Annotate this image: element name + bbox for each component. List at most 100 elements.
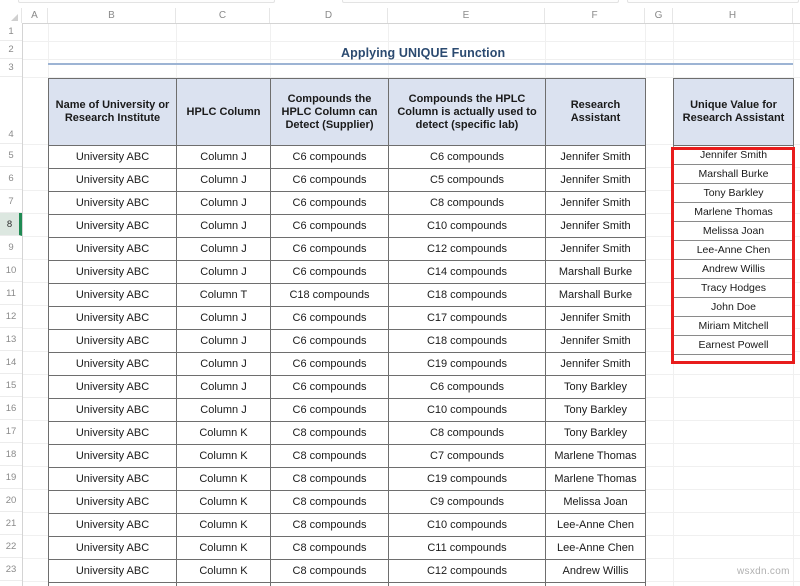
table-cell[interactable]: Column T (177, 284, 271, 307)
unique-value-cell[interactable]: Jennifer Smith (674, 146, 794, 165)
row-header-22[interactable]: 22 (0, 535, 22, 558)
table-cell[interactable]: C6 compounds (271, 146, 389, 169)
row-header-9[interactable]: 9 (0, 236, 22, 259)
row-header-13[interactable]: 13 (0, 328, 22, 351)
table-cell[interactable]: Marlene Thomas (546, 468, 646, 491)
table-cell[interactable]: Jennifer Smith (546, 146, 646, 169)
table-cell[interactable]: Melissa Joan (546, 491, 646, 514)
row-header-10[interactable]: 10 (0, 259, 22, 282)
unique-value-cell[interactable]: Andrew Willis (674, 260, 794, 279)
table-cell[interactable]: C6 compounds (271, 376, 389, 399)
unique-value-cell[interactable]: Marshall Burke (674, 165, 794, 184)
table-cell[interactable]: C8 compounds (271, 445, 389, 468)
table-cell[interactable]: University ABC (49, 537, 177, 560)
table-cell[interactable]: Jennifer Smith (546, 238, 646, 261)
row-header-15[interactable]: 15 (0, 374, 22, 397)
unique-value-cell[interactable]: John Doe (674, 298, 794, 317)
table-cell[interactable]: Tony Barkley (546, 422, 646, 445)
table-cell[interactable]: Lee-Anne Chen (546, 537, 646, 560)
table-cell[interactable]: Andrew Willis (546, 583, 646, 586)
row-header-12[interactable]: 12 (0, 305, 22, 328)
table-cell[interactable]: Column J (177, 169, 271, 192)
table-cell[interactable]: Jennifer Smith (546, 353, 646, 376)
row-header-14[interactable]: 14 (0, 351, 22, 374)
table-cell[interactable]: University ABC (49, 514, 177, 537)
table-cell[interactable]: C19 compounds (389, 353, 546, 376)
table-cell[interactable]: C6 compounds (271, 238, 389, 261)
table-cell[interactable]: Column K (177, 537, 271, 560)
table-cell[interactable]: Jennifer Smith (546, 330, 646, 353)
table-cell[interactable]: Column K (177, 514, 271, 537)
row-header-20[interactable]: 20 (0, 489, 22, 512)
table-cell[interactable]: C6 compounds (271, 215, 389, 238)
column-header-e[interactable]: E (388, 8, 545, 23)
row-header-8[interactable]: 8 (0, 213, 22, 236)
table-cell[interactable]: C6 compounds (271, 307, 389, 330)
table-cell[interactable]: C6 compounds (389, 146, 546, 169)
table-cell[interactable]: University ABC (49, 353, 177, 376)
table-cell[interactable]: Column J (177, 192, 271, 215)
table-cell[interactable]: Column J (177, 261, 271, 284)
table-cell[interactable]: C5 compounds (389, 169, 546, 192)
column-header-d[interactable]: D (270, 8, 388, 23)
unique-value-cell[interactable]: Earnest Powell (674, 336, 794, 355)
table-cell[interactable]: Lee-Anne Chen (546, 514, 646, 537)
table-cell[interactable]: University ABC (49, 376, 177, 399)
column-header-h[interactable]: H (673, 8, 793, 23)
table-cell[interactable]: Column J (177, 376, 271, 399)
row-header-1[interactable]: 1 (0, 23, 22, 41)
table-cell[interactable]: Jennifer Smith (546, 215, 646, 238)
table-cell[interactable]: Marshall Burke (546, 261, 646, 284)
table-cell[interactable]: C8 compounds (271, 514, 389, 537)
table-cell[interactable]: Column J (177, 399, 271, 422)
table-cell[interactable]: C18 compounds (389, 330, 546, 353)
table-cell[interactable]: C6 compounds (389, 376, 546, 399)
table-cell[interactable]: University ABC (49, 284, 177, 307)
row-header-17[interactable]: 17 (0, 420, 22, 443)
table-cell[interactable]: C8 compounds (389, 422, 546, 445)
table-cell[interactable]: University ABC (49, 491, 177, 514)
row-header-24[interactable]: 24 (0, 581, 22, 586)
table-cell[interactable]: Column J (177, 330, 271, 353)
table-cell[interactable]: Tony Barkley (546, 376, 646, 399)
row-header-16[interactable]: 16 (0, 397, 22, 420)
column-header-a[interactable]: A (22, 8, 48, 23)
unique-value-cell[interactable]: Tony Barkley (674, 184, 794, 203)
table-cell[interactable]: C9 compounds (389, 491, 546, 514)
table-cell[interactable]: C18 compounds (271, 583, 389, 586)
row-header-5[interactable]: 5 (0, 144, 22, 167)
table-cell[interactable]: Marshall Burke (546, 284, 646, 307)
table-cell[interactable]: University ABC (49, 399, 177, 422)
row-header-7[interactable]: 7 (0, 190, 22, 213)
table-cell[interactable]: Column K (177, 491, 271, 514)
table-cell[interactable]: C18 compounds (389, 583, 546, 586)
table-cell[interactable]: Jennifer Smith (546, 169, 646, 192)
row-header-6[interactable]: 6 (0, 167, 22, 190)
unique-value-cell[interactable]: Lee-Anne Chen (674, 241, 794, 260)
table-cell[interactable]: University ABC (49, 192, 177, 215)
table-cell[interactable]: C12 compounds (389, 238, 546, 261)
table-cell[interactable]: Column K (177, 422, 271, 445)
unique-value-cell[interactable]: Marlene Thomas (674, 203, 794, 222)
row-header-2[interactable]: 2 (0, 41, 22, 59)
table-cell[interactable]: C10 compounds (389, 514, 546, 537)
table-cell[interactable]: C12 compounds (389, 560, 546, 583)
table-cell[interactable]: Column J (177, 353, 271, 376)
table-cell[interactable]: C11 compounds (389, 537, 546, 560)
table-cell[interactable]: Column J (177, 307, 271, 330)
table-cell[interactable]: C6 compounds (271, 169, 389, 192)
table-cell[interactable]: C6 compounds (271, 261, 389, 284)
table-cell[interactable]: University ABC (49, 307, 177, 330)
table-cell[interactable]: C14 compounds (389, 261, 546, 284)
table-cell[interactable]: C10 compounds (389, 399, 546, 422)
table-cell[interactable]: C8 compounds (271, 422, 389, 445)
table-cell[interactable]: C18 compounds (271, 284, 389, 307)
table-cell[interactable]: C6 compounds (271, 399, 389, 422)
row-header-4[interactable]: 4 (0, 77, 22, 144)
table-cell[interactable]: Column K (177, 445, 271, 468)
table-cell[interactable]: University ABC (49, 215, 177, 238)
table-cell[interactable]: Column J (177, 238, 271, 261)
unique-value-cell[interactable]: Melissa Joan (674, 222, 794, 241)
table-cell[interactable]: Column J (177, 146, 271, 169)
column-header-b[interactable]: B (48, 8, 176, 23)
